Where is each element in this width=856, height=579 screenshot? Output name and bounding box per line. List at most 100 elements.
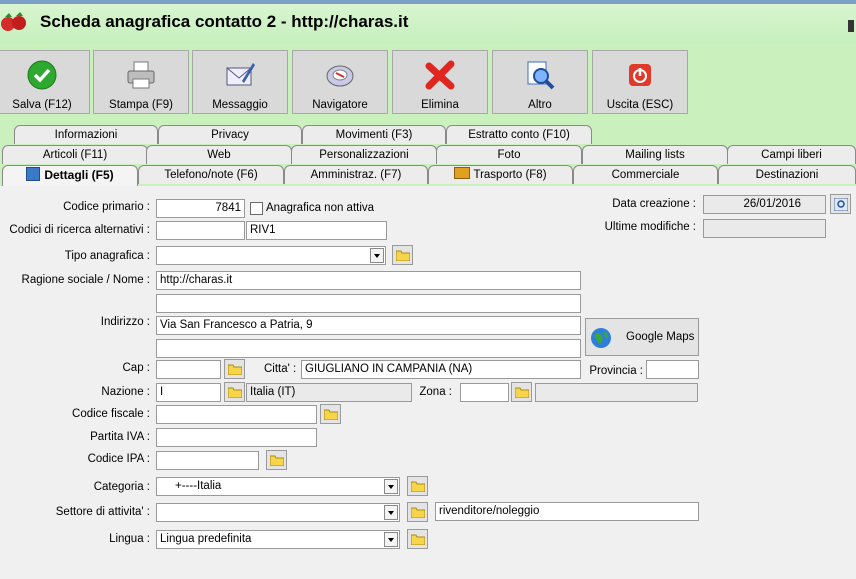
tab-foto[interactable]: Foto	[436, 145, 582, 164]
folder-icon	[411, 534, 425, 545]
nazione-folder-button[interactable]	[224, 382, 245, 402]
ragione-sociale-field[interactable]: http://charas.it	[156, 271, 581, 290]
tab-informazioni[interactable]: Informazioni	[14, 125, 158, 144]
tab-strip: Informazioni Privacy Movimenti (F3) Estr…	[0, 120, 856, 186]
zona-label: Zona :	[419, 386, 452, 398]
tab-amministrazione[interactable]: Amministraz. (F7)	[284, 165, 428, 184]
power-icon	[624, 59, 656, 91]
categoria-folder-button[interactable]	[407, 476, 428, 496]
print-label: Stampa (F9)	[109, 99, 173, 111]
save-label: Salva (F12)	[12, 99, 72, 111]
anagrafica-non-attiva-checkbox[interactable]	[250, 202, 263, 215]
tab-web[interactable]: Web	[146, 145, 292, 164]
print-button[interactable]: Stampa (F9)	[93, 50, 189, 114]
window-control-icon[interactable]	[846, 16, 856, 36]
save-button[interactable]: Salva (F12)	[0, 50, 90, 114]
zona-name-field	[535, 383, 698, 402]
calendar-button[interactable]	[830, 194, 851, 214]
folder-icon	[396, 250, 410, 261]
check-icon	[26, 59, 58, 91]
tipo-anagrafica-select[interactable]	[156, 246, 386, 265]
settore-desc-field: rivenditore/noleggio	[435, 502, 699, 521]
partita-iva-field[interactable]	[156, 428, 317, 447]
settore-label: Settore di attivita' :	[55, 506, 150, 518]
delete-button[interactable]: Elimina	[392, 50, 488, 114]
citta-label: Citta' :	[264, 363, 297, 375]
tab-movimenti[interactable]: Movimenti (F3)	[302, 125, 446, 144]
message-label: Messaggio	[212, 99, 268, 111]
mail-icon	[224, 59, 256, 91]
tab-privacy[interactable]: Privacy	[158, 125, 302, 144]
codice-fiscale-label: Codice fiscale :	[72, 408, 150, 420]
indirizzo-field[interactable]: Via San Francesco a Patria, 9	[156, 316, 581, 335]
data-creazione-field: 26/01/2016	[703, 195, 826, 214]
categoria-value: +----Italia	[175, 480, 222, 492]
tab-estratto-conto[interactable]: Estratto conto (F10)	[446, 125, 592, 144]
details-icon	[26, 167, 41, 181]
folder-icon	[515, 387, 529, 398]
tab-dettagli-label: Dettagli (F5)	[44, 168, 114, 182]
tab-commerciale[interactable]: Commerciale	[573, 165, 718, 184]
google-maps-label: Google Maps	[626, 331, 695, 343]
truck-icon	[454, 167, 471, 179]
tab-destinazioni[interactable]: Destinazioni	[718, 165, 856, 184]
chevron-down-icon	[384, 532, 398, 547]
lingua-select[interactable]: Lingua predefinita	[156, 530, 400, 549]
data-creazione-label: Data creazione :	[612, 198, 696, 210]
tab-trasporto[interactable]: Trasporto (F8)	[428, 165, 573, 184]
zona-code-field[interactable]	[460, 383, 509, 402]
window-title: Scheda anagrafica contatto 2 - http://ch…	[40, 12, 409, 31]
categoria-select[interactable]: +----Italia	[156, 477, 400, 496]
cap-folder-button[interactable]	[224, 359, 245, 379]
tab-mailing-lists[interactable]: Mailing lists	[582, 145, 728, 164]
tab-telefono-note[interactable]: Telefono/note (F6)	[138, 165, 284, 184]
lingua-folder-button[interactable]	[407, 529, 428, 549]
tipo-anagrafica-folder-button[interactable]	[392, 245, 413, 265]
delete-icon	[424, 59, 456, 91]
tab-dettagli[interactable]: Dettagli (F5)	[2, 165, 138, 186]
more-button[interactable]: Altro	[492, 50, 588, 114]
exit-label: Uscita (ESC)	[606, 99, 674, 111]
provincia-field[interactable]	[646, 360, 699, 379]
globe-icon	[591, 328, 611, 348]
folder-icon	[324, 409, 338, 420]
strawberry-logo-icon	[0, 8, 28, 36]
tab-personalizzazioni[interactable]: Personalizzazioni	[291, 145, 437, 164]
settore-select[interactable]	[156, 503, 400, 522]
ultime-modifiche-label: Ultime modifiche :	[604, 221, 696, 233]
tab-campi-liberi[interactable]: Campi liberi	[727, 145, 856, 164]
cap-field[interactable]	[156, 360, 221, 379]
nazione-code-field[interactable]: I	[156, 383, 221, 402]
zona-folder-button[interactable]	[511, 382, 532, 402]
navigator-button[interactable]: Navigatore	[292, 50, 388, 114]
chevron-down-icon	[384, 505, 398, 520]
ragione-sociale-2-field[interactable]	[156, 294, 581, 313]
cap-label: Cap :	[122, 362, 151, 374]
codice-fiscale-folder-button[interactable]	[320, 404, 341, 424]
nazione-label: Nazione :	[101, 386, 150, 398]
indirizzo-2-field[interactable]	[156, 339, 581, 358]
more-label: Altro	[528, 99, 552, 111]
codice-alternativo-2-field[interactable]: RIV1	[246, 221, 387, 240]
exit-button[interactable]: Uscita (ESC)	[592, 50, 688, 114]
ragione-sociale-label: Ragione sociale / Nome :	[21, 274, 150, 286]
partita-iva-label: Partita IVA :	[90, 431, 150, 443]
codice-fiscale-field[interactable]	[156, 405, 317, 424]
message-button[interactable]: Messaggio	[192, 50, 288, 114]
folder-icon	[411, 507, 425, 518]
google-maps-button[interactable]: Google Maps	[585, 318, 699, 356]
folder-icon	[411, 481, 425, 492]
folder-icon	[228, 364, 242, 375]
codice-alternativo-1-field[interactable]	[156, 221, 245, 240]
settore-folder-button[interactable]	[407, 502, 428, 522]
navigator-label: Navigatore	[312, 99, 368, 111]
tab-articoli[interactable]: Articoli (F11)	[2, 145, 148, 164]
folder-icon	[270, 455, 284, 466]
codice-primario-field[interactable]: 7841	[156, 199, 245, 218]
tab-trasporto-label: Trasporto (F8)	[473, 169, 547, 181]
codice-ipa-label: Codice IPA :	[87, 453, 150, 465]
codice-ipa-folder-button[interactable]	[266, 450, 287, 470]
indirizzo-label: Indirizzo :	[100, 316, 150, 328]
codice-ipa-field[interactable]	[156, 451, 259, 470]
citta-field[interactable]: GIUGLIANO IN CAMPANIA (NA)	[301, 360, 581, 379]
